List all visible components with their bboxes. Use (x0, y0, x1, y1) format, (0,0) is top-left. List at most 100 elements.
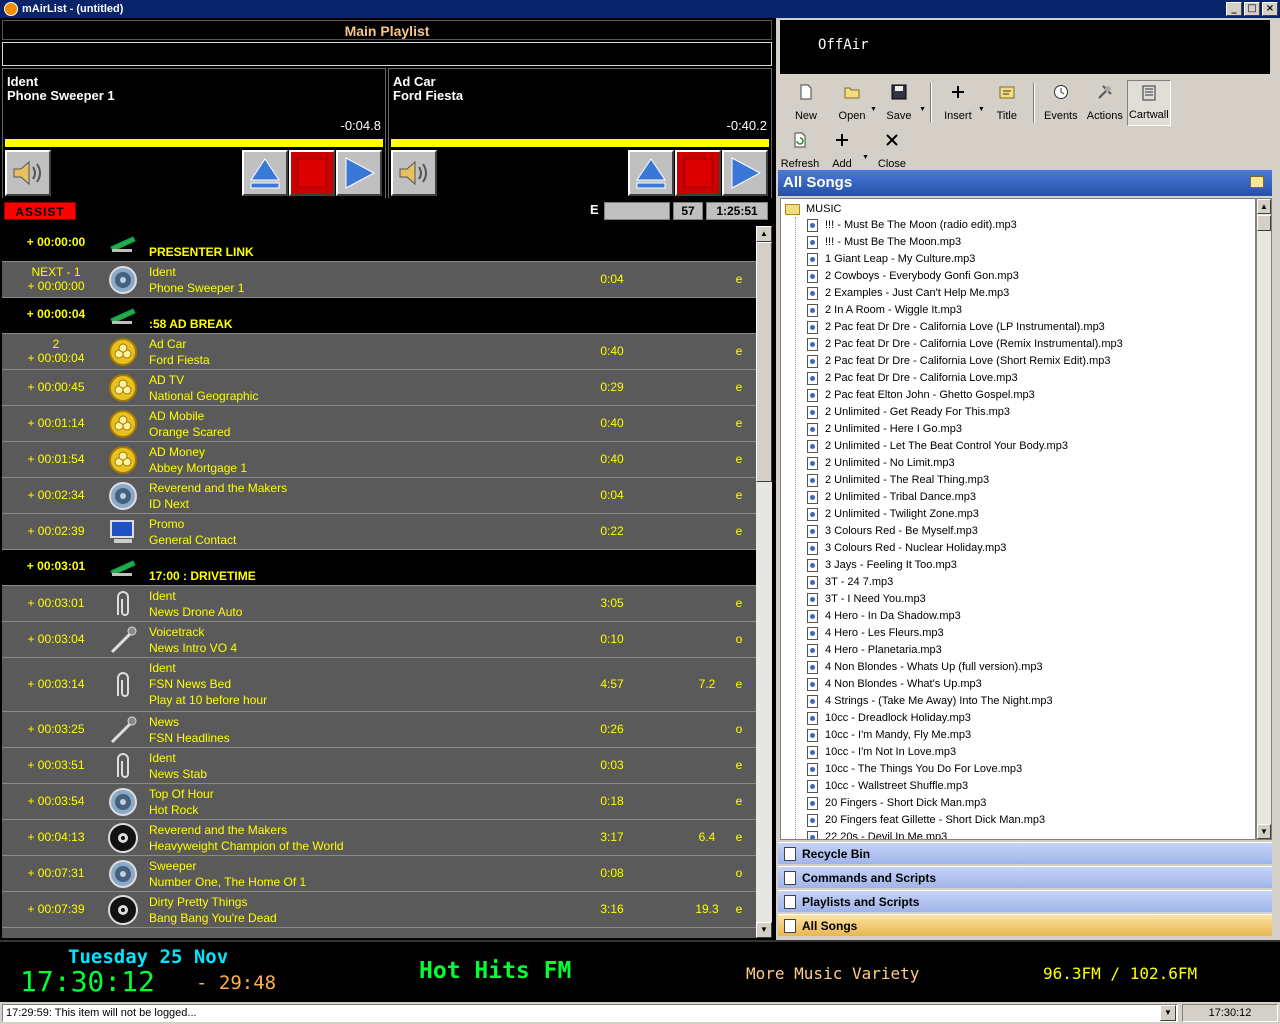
playlist-row[interactable]: + 00:03:14 Ident FSN News Bed Play at 10 be… (2, 658, 756, 712)
song-item[interactable]: 2 Pac feat Elton John - Ghetto Gospel.mp… (807, 387, 1035, 404)
actions-button[interactable]: Actions (1083, 80, 1127, 126)
player-a-stop-button[interactable] (289, 150, 335, 196)
add-button[interactable]: Add (820, 128, 864, 174)
song-item[interactable]: 10cc - Dreadlock Holiday.mp3 (807, 710, 971, 727)
player-a-play-button[interactable] (336, 150, 382, 196)
song-item[interactable]: 20 Fingers - Short Dick Man.mp3 (807, 795, 986, 812)
playlist-row[interactable]: + 00:01:14 AD Mobile Orange Scared 0:40 e (2, 406, 756, 442)
row-line2: Bang Bang You're Dead (149, 911, 277, 925)
song-item[interactable]: !!! - Must Be The Moon.mp3 (807, 234, 961, 251)
tree-scroll-up-button[interactable]: ▲ (1257, 199, 1271, 214)
playlist-row[interactable]: + 00:03:51 Ident News Stab 0:03 e (2, 748, 756, 784)
scroll-thumb[interactable] (756, 242, 772, 482)
playlist-row[interactable]: + 00:01:54 AD Money Abbey Mortgage 1 0:40 e (2, 442, 756, 478)
song-item[interactable]: 2 Unlimited - Here I Go.mp3 (807, 421, 962, 438)
song-item[interactable]: 3 Jays - Feeling It Too.mp3 (807, 557, 957, 574)
playlist-row[interactable]: + 00:03:54 Top Of Hour Hot Rock 0:18 e (2, 784, 756, 820)
playlist-row[interactable]: + 00:03:04 Voicetrack News Intro VO 4 0:10 o (2, 622, 756, 658)
assist-button[interactable]: ASSIST (4, 202, 76, 220)
audio-file-icon (807, 457, 818, 470)
song-item[interactable]: 4 Non Blondes - Whats Up (full version).… (807, 659, 1043, 676)
song-item[interactable]: 4 Hero - Les Fleurs.mp3 (807, 625, 944, 642)
playlist-row[interactable]: + 00:03:25 News FSN Headlines 0:26 o (2, 712, 756, 748)
song-item[interactable]: 3 Colours Red - Be Myself.mp3 (807, 523, 978, 540)
song-item[interactable]: 4 Hero - Planetaria.mp3 (807, 642, 942, 659)
playlist-row[interactable]: + 00:07:31 Sweeper Number One, The Home Of… (2, 856, 756, 892)
tree-scroll-down-button[interactable]: ▼ (1257, 824, 1271, 839)
song-item[interactable]: 2 Unlimited - Tribal Dance.mp3 (807, 489, 976, 506)
song-item[interactable]: 10cc - Wallstreet Shuffle.mp3 (807, 778, 968, 795)
song-item[interactable]: 22 20s - Devil In Me.mp3 (807, 829, 947, 839)
player-b-eject-button[interactable] (628, 150, 674, 196)
song-name: 2 Cowboys - Everybody Gonfi Gon.mp3 (825, 270, 1019, 282)
song-item[interactable]: 4 Strings - (Take Me Away) Into The Nigh… (807, 693, 1053, 710)
events-button[interactable]: Events (1039, 80, 1083, 126)
song-item[interactable]: 2 Unlimited - Twilight Zone.mp3 (807, 506, 979, 523)
close-window-button[interactable]: × (1262, 2, 1278, 16)
player-a-volume-button[interactable] (5, 150, 51, 196)
playlist-scrollbar[interactable]: ▲ ▼ (756, 226, 772, 938)
maximize-button[interactable]: □ (1244, 2, 1260, 16)
song-item[interactable]: 2 Pac feat Dr Dre - California Love (LP … (807, 319, 1105, 336)
section-playlists-and-scripts[interactable]: Playlists and Scripts (778, 890, 1272, 912)
player-b-volume-button[interactable] (391, 150, 437, 196)
playlist-header-row[interactable]: + 00:00:04:58 AD BREAK (2, 298, 756, 334)
section-all-songs[interactable]: All Songs (778, 914, 1272, 936)
title-bar: mAirList - (untitled) _ □ × (0, 0, 1280, 18)
song-item[interactable]: 1 Giant Leap - My Culture.mp3 (807, 251, 975, 268)
section-recycle-bin[interactable]: Recycle Bin (778, 842, 1272, 864)
player-b-play-button[interactable] (722, 150, 768, 196)
playlist-row[interactable]: NEXT - 1 + 00:00:00 Ident Phone Sweeper 1 0:… (2, 262, 756, 298)
playlist-header-row[interactable]: + 00:03:01 17:00 : DRIVETIME (2, 550, 756, 586)
playlist-row[interactable]: + 00:00:45 AD TV National Geographic 0:29 e (2, 370, 756, 406)
refresh-button[interactable]: Refresh (780, 128, 820, 174)
cartwall-button[interactable]: Cartwall (1126, 80, 1171, 126)
song-item[interactable]: 3T - I Need You.mp3 (807, 591, 926, 608)
scroll-down-button[interactable]: ▼ (756, 922, 772, 938)
player-a-eject-button[interactable] (242, 150, 288, 196)
song-item[interactable]: 10cc - I'm Mandy, Fly Me.mp3 (807, 727, 971, 744)
playlist-row[interactable]: + 00:02:39 Promo General Contact 0:22 e (2, 514, 756, 550)
song-item[interactable]: 2 Examples - Just Can't Help Me.mp3 (807, 285, 1009, 302)
close-button[interactable]: Close (869, 128, 915, 174)
new-button[interactable]: New (780, 80, 832, 126)
tree-scrollbar[interactable]: ▲ ▼ (1256, 198, 1272, 840)
song-item[interactable]: 2 In A Room - Wiggle It.mp3 (807, 302, 962, 319)
song-item[interactable]: 10cc - I'm Not In Love.mp3 (807, 744, 956, 761)
song-item[interactable]: 2 Unlimited - Let The Beat Control Your … (807, 438, 1068, 455)
song-item[interactable]: 3T - 24 7.mp3 (807, 574, 893, 591)
song-item[interactable]: 4 Non Blondes - What's Up.mp3 (807, 676, 982, 693)
playlist-row[interactable]: 2 + 00:00:04 Ad Car Ford Fiesta 0:40 e (2, 334, 756, 370)
music-folder[interactable]: MUSIC (785, 201, 841, 217)
tree-scroll-thumb[interactable] (1257, 215, 1271, 231)
insert-button[interactable]: Insert (936, 80, 980, 126)
open-button[interactable]: Open (832, 80, 872, 126)
folder-label: MUSIC (806, 203, 842, 215)
title-button[interactable]: Title (985, 80, 1029, 126)
playlist-row[interactable]: + 00:03:01 Ident News Drone Auto 3:05 e (2, 586, 756, 622)
save-button[interactable]: Save (877, 80, 921, 126)
playlist-row[interactable]: + 00:02:34 Reverend and the Makers ID Next… (2, 478, 756, 514)
song-item[interactable]: 2 Unlimited - The Real Thing.mp3 (807, 472, 989, 489)
song-item[interactable]: 2 Pac feat Dr Dre - California Love (Sho… (807, 353, 1111, 370)
song-item[interactable]: 2 Cowboys - Everybody Gonfi Gon.mp3 (807, 268, 1019, 285)
audio-file-icon (807, 270, 818, 283)
song-item[interactable]: 2 Unlimited - No Limit.mp3 (807, 455, 955, 472)
song-item[interactable]: 10cc - The Things You Do For Love.mp3 (807, 761, 1022, 778)
playlist-header-row[interactable]: + 00:00:00 PRESENTER LINK (2, 226, 756, 262)
song-item[interactable]: 2 Pac feat Dr Dre - California Love (Rem… (807, 336, 1123, 353)
section-commands-and-scripts[interactable]: Commands and Scripts (778, 866, 1272, 888)
status-dropdown-button[interactable]: ▼ (1160, 1005, 1176, 1021)
song-item[interactable]: 3 Colours Red - Nuclear Holiday.mp3 (807, 540, 1006, 557)
playlist-row[interactable]: + 00:07:39 Dirty Pretty Things Bang Bang Y… (2, 892, 756, 928)
scroll-up-button[interactable]: ▲ (756, 226, 772, 242)
song-item[interactable]: !!! - Must Be The Moon (radio edit).mp3 (807, 217, 1017, 234)
song-item[interactable]: 4 Hero - In Da Shadow.mp3 (807, 608, 961, 625)
minimize-button[interactable]: _ (1226, 2, 1242, 16)
player-b-stop-button[interactable] (675, 150, 721, 196)
song-item[interactable]: 2 Pac feat Dr Dre - California Love.mp3 (807, 370, 1018, 387)
song-item[interactable]: 2 Unlimited - Get Ready For This.mp3 (807, 404, 1010, 421)
folder-open-icon[interactable] (1250, 176, 1264, 188)
playlist-row[interactable]: + 00:04:13 Reverend and the Makers Heavywe… (2, 820, 756, 856)
song-item[interactable]: 20 Fingers feat Gillette - Short Dick Ma… (807, 812, 1045, 829)
